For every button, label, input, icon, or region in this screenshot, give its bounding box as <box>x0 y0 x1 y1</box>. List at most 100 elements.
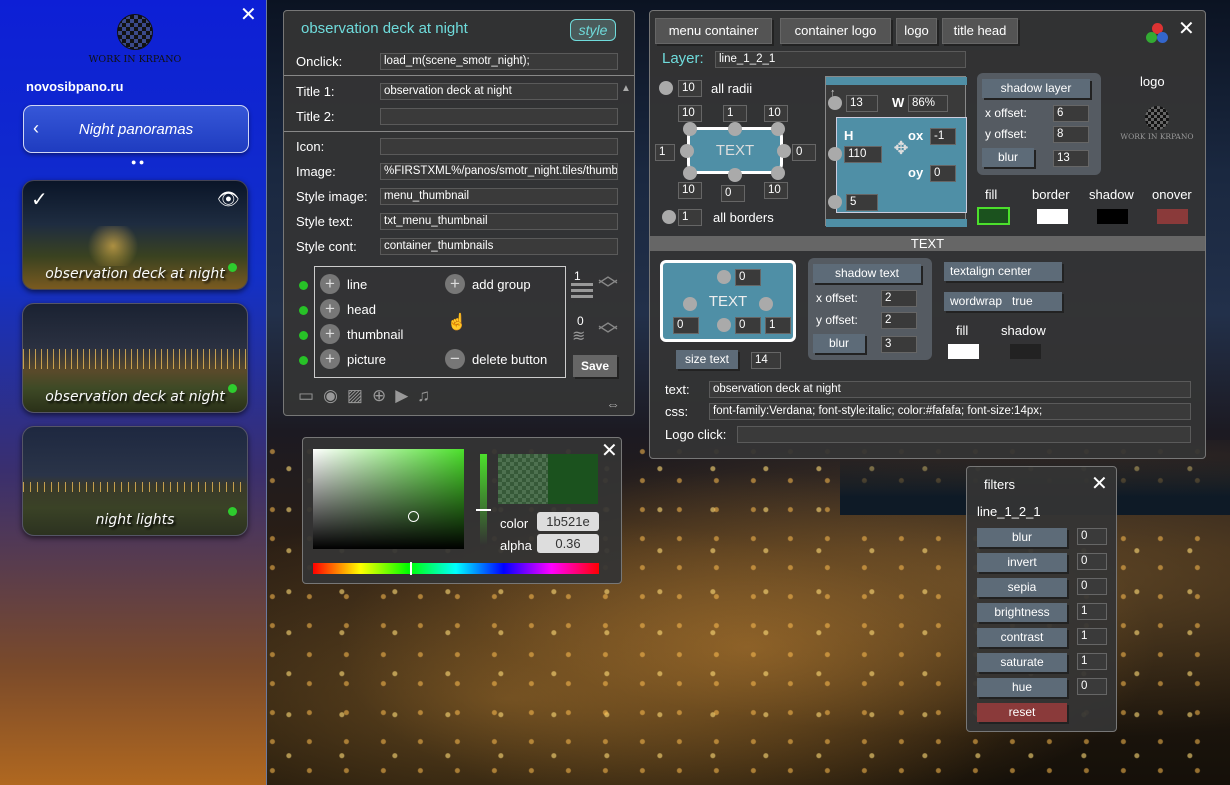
text-top-input[interactable]: 0 <box>735 269 761 286</box>
plus-icon[interactable]: + <box>320 324 340 344</box>
all-radii-input[interactable]: 10 <box>678 80 702 97</box>
radius-knob[interactable] <box>777 144 791 158</box>
text-field[interactable]: observation deck at night <box>709 381 1191 398</box>
plus-icon[interactable]: + <box>320 349 340 369</box>
fill-swatch[interactable] <box>977 207 1010 225</box>
radius-knob[interactable] <box>680 144 694 158</box>
nav-back-button[interactable]: ‹ Night panoramas <box>23 105 249 153</box>
st-x-offset-input[interactable]: 2 <box>881 290 917 307</box>
borders-knob[interactable] <box>662 210 676 224</box>
radius-knob[interactable] <box>683 122 697 136</box>
reorder-arrows-icon[interactable]: ︿ ﹀ <box>598 266 618 300</box>
st-blur-button[interactable]: blur <box>813 334 865 353</box>
close-icon[interactable]: ✕ <box>601 441 618 461</box>
filter-invert-button[interactable]: invert <box>977 553 1067 572</box>
bottom-border-input[interactable]: 0 <box>721 185 745 202</box>
text-mid-input[interactable]: 0 <box>735 317 761 334</box>
image-field[interactable]: %FIRSTXML%/panos/smotr_night.tiles/thumb… <box>380 163 618 180</box>
filter-sepia-input[interactable]: 0 <box>1077 578 1107 595</box>
add-head-label[interactable]: head <box>347 302 376 317</box>
filter-contrast-input[interactable]: 1 <box>1077 628 1107 645</box>
size-text-button[interactable]: size text <box>676 350 738 369</box>
style-cont-field[interactable]: container_thumbnails <box>380 238 618 255</box>
ox-input[interactable]: -1 <box>930 128 956 145</box>
tab-container-logo[interactable]: container logo <box>780 18 891 44</box>
thumbnail-item[interactable]: ✓ 👁 observation deck at night <box>22 180 248 290</box>
style-toggle-button[interactable]: style <box>570 19 616 41</box>
globe-icon[interactable]: ⊕ <box>372 386 395 405</box>
textalign-button[interactable]: textalign center <box>944 262 1062 281</box>
filter-reset-button[interactable]: reset <box>977 703 1067 722</box>
st-y-offset-input[interactable]: 2 <box>881 312 917 329</box>
oy-input[interactable]: 0 <box>930 165 956 182</box>
title1-field[interactable]: observation deck at night <box>380 83 618 100</box>
add-thumbnail-label[interactable]: thumbnail <box>347 327 403 342</box>
filter-sepia-button[interactable]: sepia <box>977 578 1067 597</box>
minus-icon[interactable]: − <box>445 349 465 369</box>
radius-knob[interactable] <box>728 122 742 136</box>
plus-icon[interactable]: + <box>320 299 340 319</box>
alpha-slider[interactable] <box>476 454 491 545</box>
move-icon[interactable]: ✥ <box>890 137 912 159</box>
text-knob[interactable] <box>717 270 731 284</box>
text-knob[interactable] <box>683 297 697 311</box>
rgb-color-icon[interactable] <box>1146 23 1170 45</box>
thumbnail-item[interactable]: night lights <box>22 426 248 536</box>
plus-icon[interactable]: + <box>445 274 465 294</box>
radius-knob[interactable] <box>771 166 785 180</box>
text-knob[interactable] <box>759 297 773 311</box>
right-border-input[interactable]: 0 <box>792 144 816 161</box>
radius-knob[interactable] <box>683 166 697 180</box>
width-input[interactable]: 86% <box>908 95 948 112</box>
all-borders-input[interactable]: 1 <box>678 209 702 226</box>
plus-icon[interactable]: + <box>320 274 340 294</box>
size-knob[interactable] <box>828 195 842 209</box>
onover-swatch[interactable] <box>1157 209 1188 224</box>
size-knob[interactable] <box>828 147 842 161</box>
color-cursor[interactable] <box>408 511 419 522</box>
onclick-field[interactable]: load_m(scene_smotr_night); <box>380 53 618 70</box>
close-icon[interactable]: ✕ <box>1091 474 1108 494</box>
radius-knob[interactable] <box>771 122 785 136</box>
top-offset-input[interactable]: 13 <box>846 95 878 112</box>
panorama-icon[interactable]: ▭ <box>298 386 323 405</box>
border-swatch[interactable] <box>1037 209 1068 224</box>
corner-tl-input[interactable]: 10 <box>678 105 702 122</box>
eye-icon[interactable]: ◉ <box>323 386 347 405</box>
radii-knob[interactable] <box>659 81 673 95</box>
thumbnail-item[interactable]: observation deck at night <box>22 303 248 413</box>
logo-click-field[interactable] <box>737 426 1191 443</box>
color-hex-input[interactable]: 1b521e <box>537 512 599 531</box>
alpha-handle[interactable] <box>476 509 491 511</box>
alpha-input[interactable]: 0.36 <box>537 534 599 553</box>
height-input[interactable]: 110 <box>844 146 882 163</box>
eye-icon[interactable]: 👁 <box>217 189 240 210</box>
text-knob[interactable] <box>717 318 731 332</box>
hue-slider[interactable] <box>313 562 599 575</box>
radius-knob[interactable] <box>728 168 742 182</box>
resize-icon[interactable]: ⇔ <box>606 396 620 412</box>
sidebar-close-icon[interactable]: ✕ <box>240 5 257 25</box>
css-field[interactable]: font-family:Verdana; font-style:italic; … <box>709 403 1191 420</box>
title2-field[interactable] <box>380 108 618 125</box>
hue-handle[interactable] <box>410 562 412 575</box>
corner-br-input[interactable]: 10 <box>764 182 788 199</box>
add-line-label[interactable]: line <box>347 277 367 292</box>
left-border-input[interactable]: 1 <box>655 144 675 161</box>
filter-brightness-button[interactable]: brightness <box>977 603 1067 622</box>
image-icon[interactable]: ▨ <box>347 386 372 405</box>
blur-input[interactable]: 13 <box>1053 150 1089 167</box>
music-icon[interactable]: ♫ <box>417 386 439 405</box>
shadow-layer-button[interactable]: shadow layer <box>982 79 1090 98</box>
wordwrap-button[interactable]: wordwrap true <box>944 292 1062 311</box>
filter-blur-input[interactable]: 0 <box>1077 528 1107 545</box>
text-right-input[interactable]: 1 <box>765 317 791 334</box>
corner-bl-input[interactable]: 10 <box>678 182 702 199</box>
scroll-up-icon[interactable]: ▲ <box>621 83 631 94</box>
st-blur-input[interactable]: 3 <box>881 336 917 353</box>
tab-logo[interactable]: logo <box>896 18 937 44</box>
tab-menu-container[interactable]: menu container <box>655 18 772 44</box>
size-knob[interactable] <box>828 96 842 110</box>
filter-saturate-button[interactable]: saturate <box>977 653 1067 672</box>
y-offset-input[interactable]: 8 <box>1053 126 1089 143</box>
